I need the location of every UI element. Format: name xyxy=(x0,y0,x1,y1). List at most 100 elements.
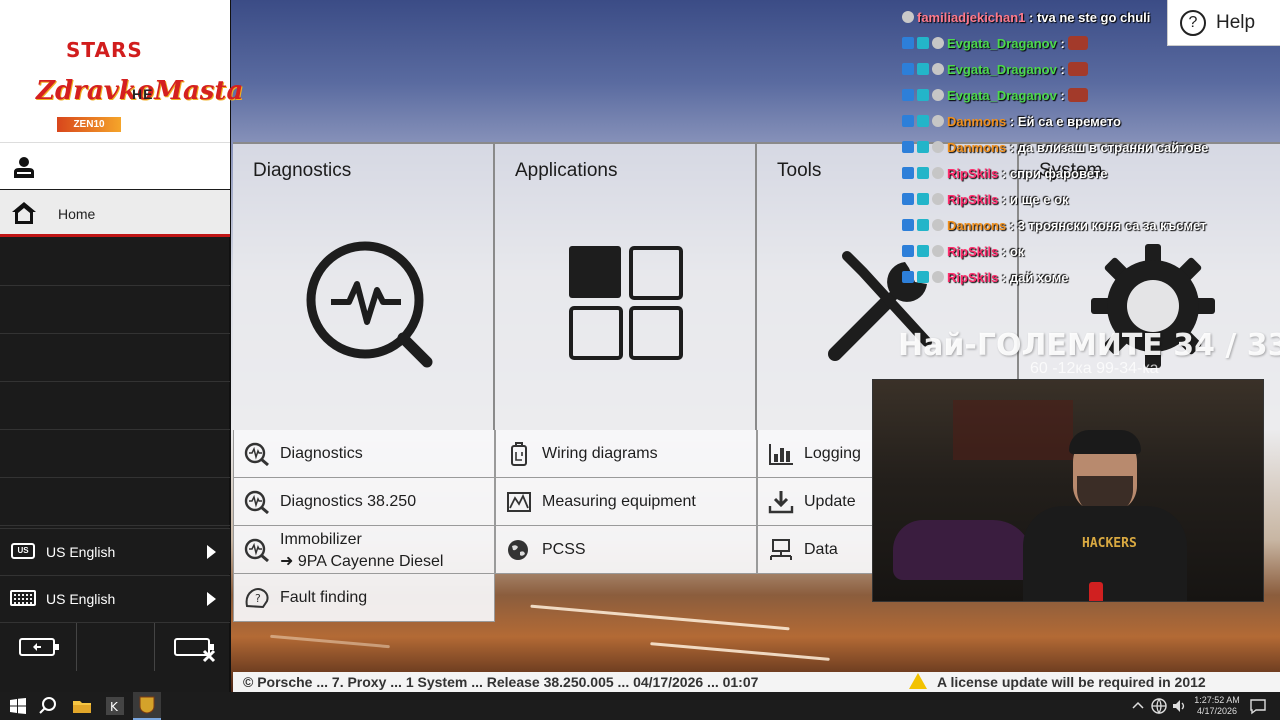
chat-badge-icon xyxy=(902,271,914,283)
help-icon: ? xyxy=(1180,10,1206,36)
chat-badge-icon xyxy=(902,193,914,205)
notifications-icon[interactable] xyxy=(1248,696,1268,716)
porsche-app-taskbar-button[interactable] xyxy=(133,692,161,720)
measuring-equipment-item[interactable]: Measuring equipment xyxy=(495,478,757,526)
diagnostics-magnifier-icon xyxy=(244,490,269,514)
logging-item[interactable]: Logging xyxy=(757,430,875,478)
chat-text: : xyxy=(1060,36,1065,51)
file-explorer-icon[interactable] xyxy=(72,696,92,716)
chat-badge-icon xyxy=(902,63,914,75)
chat-emote-icon xyxy=(1067,36,1088,50)
chat-badge-icon xyxy=(932,89,944,101)
help-label: Help xyxy=(1216,12,1256,33)
webcam-can xyxy=(1089,582,1103,601)
terminal-app-icon[interactable]: K xyxy=(105,696,125,716)
fault-finding-icon: ? xyxy=(245,588,269,609)
disconnect-button[interactable] xyxy=(156,623,230,671)
sidebar-empty-slot xyxy=(0,382,230,430)
network-icon xyxy=(770,539,792,560)
diagnostics-magnifier-icon xyxy=(306,241,433,368)
diagnostics-item[interactable]: Diagnostics xyxy=(233,430,495,478)
chat-text: : tva ne ste go chuli xyxy=(1029,10,1151,25)
chat-username: RipSkils xyxy=(947,166,999,181)
chat-message: RipSkils : спри фаровете xyxy=(902,166,1107,186)
chat-text: : Ей са е времето xyxy=(1009,114,1121,129)
chat-badge-icon xyxy=(902,219,914,231)
chat-message: Danmons : Ей са е времето xyxy=(902,114,1121,134)
category-diagnostics[interactable]: Diagnostics xyxy=(233,142,495,430)
chat-badge-icon xyxy=(917,115,929,127)
menu-item-label: Diagnostics xyxy=(280,445,363,462)
chat-emote-icon xyxy=(1067,62,1088,76)
webcam-shirt-text: HACKERS xyxy=(1082,536,1137,551)
chat-badge-icon xyxy=(917,167,929,179)
chat-badge-icon xyxy=(917,271,929,283)
sidebar-empty-slot xyxy=(0,334,230,382)
data-item[interactable]: Data xyxy=(757,526,875,574)
sidebar-bottom-bar xyxy=(0,622,230,671)
fault-finding-item[interactable]: ? Fault finding xyxy=(233,574,495,622)
system-clock[interactable]: 1:27:52 AM 4/17/2026 xyxy=(1190,695,1244,717)
chat-badge-icon xyxy=(932,193,944,205)
chat-badge-icon xyxy=(917,63,929,75)
update-item[interactable]: Update xyxy=(757,478,875,526)
chat-badge-icon xyxy=(932,167,944,179)
keyboard-layout-selector[interactable]: US English xyxy=(0,575,230,621)
chevron-right-icon xyxy=(207,592,216,606)
menu-item-label: Fault finding xyxy=(280,589,368,606)
language-selector[interactable]: US US English xyxy=(0,528,230,574)
menu-item-label: Diagnostics 38.250 xyxy=(280,493,417,510)
diagnostics-magnifier-icon xyxy=(244,442,269,466)
network-globe-icon[interactable] xyxy=(1149,696,1169,716)
menu-item-label: Logging xyxy=(804,445,861,462)
sidebar-item-home[interactable]: Home xyxy=(0,190,230,237)
chat-text: : дай хоме xyxy=(1001,270,1069,285)
diagnostics-38250-item[interactable]: Diagnostics 38.250 xyxy=(233,478,495,526)
svg-text:?: ? xyxy=(255,592,261,605)
chat-message: Evgata_Draganov : xyxy=(902,62,1088,82)
battery-button[interactable] xyxy=(0,623,77,671)
search-icon[interactable] xyxy=(38,696,58,716)
logo-ribbon: ZEN10 xyxy=(57,117,121,132)
sidebar-empty-slot xyxy=(0,286,230,334)
chat-text: : ок xyxy=(1001,244,1025,259)
category-applications[interactable]: Applications xyxy=(495,142,757,430)
chat-username: Danmons xyxy=(947,140,1007,155)
chevron-up-icon[interactable] xyxy=(1128,696,1148,716)
close-icon xyxy=(202,649,216,663)
chat-message: familiadjekichan1 : tva ne ste go chuli xyxy=(902,10,1150,30)
chat-text: : да влизаш в странни сайтове xyxy=(1009,140,1209,155)
chat-message: RipSkils : ок xyxy=(902,244,1024,264)
windows-start-icon[interactable] xyxy=(8,696,28,716)
help-button[interactable]: ? Help xyxy=(1167,0,1280,46)
chat-badge-icon xyxy=(902,245,914,257)
sidebar-empty-slot xyxy=(0,478,230,526)
measuring-equipment-icon xyxy=(507,492,531,512)
menu-item-label: Immobilizer xyxy=(280,531,362,548)
chat-text: : и ще е ок xyxy=(1001,192,1069,207)
pcss-item[interactable]: PCSS xyxy=(495,526,757,574)
chat-badge-icon xyxy=(932,219,944,231)
chat-badge-icon xyxy=(902,115,914,127)
immobilizer-item[interactable]: Immobilizer ➜ 9PA Cayenne Diesel xyxy=(233,526,495,574)
wiring-diagrams-item[interactable]: Wiring diagrams xyxy=(495,430,757,478)
user-button[interactable] xyxy=(0,142,230,189)
language-label: US English xyxy=(46,544,116,560)
chat-emote-icon xyxy=(1067,88,1088,102)
status-text: © Porsche ... 7. Proxy ... 1 System ... … xyxy=(243,674,759,690)
menu-item-label: PCSS xyxy=(542,541,586,558)
sidebar-empty-slot xyxy=(0,430,230,478)
logo-overlay-text: HE xyxy=(132,86,154,102)
clock-date: 4/17/2026 xyxy=(1196,706,1238,716)
chat-message: Danmons : 3 троянски коня са за късмет xyxy=(902,218,1206,238)
category-title: Tools xyxy=(777,160,822,181)
keyboard-icon xyxy=(10,590,36,606)
license-warning-text: A license update will be required in 201… xyxy=(937,674,1206,690)
volume-icon[interactable] xyxy=(1170,696,1190,716)
chat-badge-icon xyxy=(917,219,929,231)
sidebar-item-label: Home xyxy=(58,206,96,222)
webcam-car xyxy=(893,520,1033,580)
stream-counter-title: Най-ГОЛЕМИТЕ 34 / 33 xyxy=(898,328,1280,363)
clock-time: 1:27:52 AM xyxy=(1194,695,1240,705)
porsche-crest-icon xyxy=(139,696,155,714)
